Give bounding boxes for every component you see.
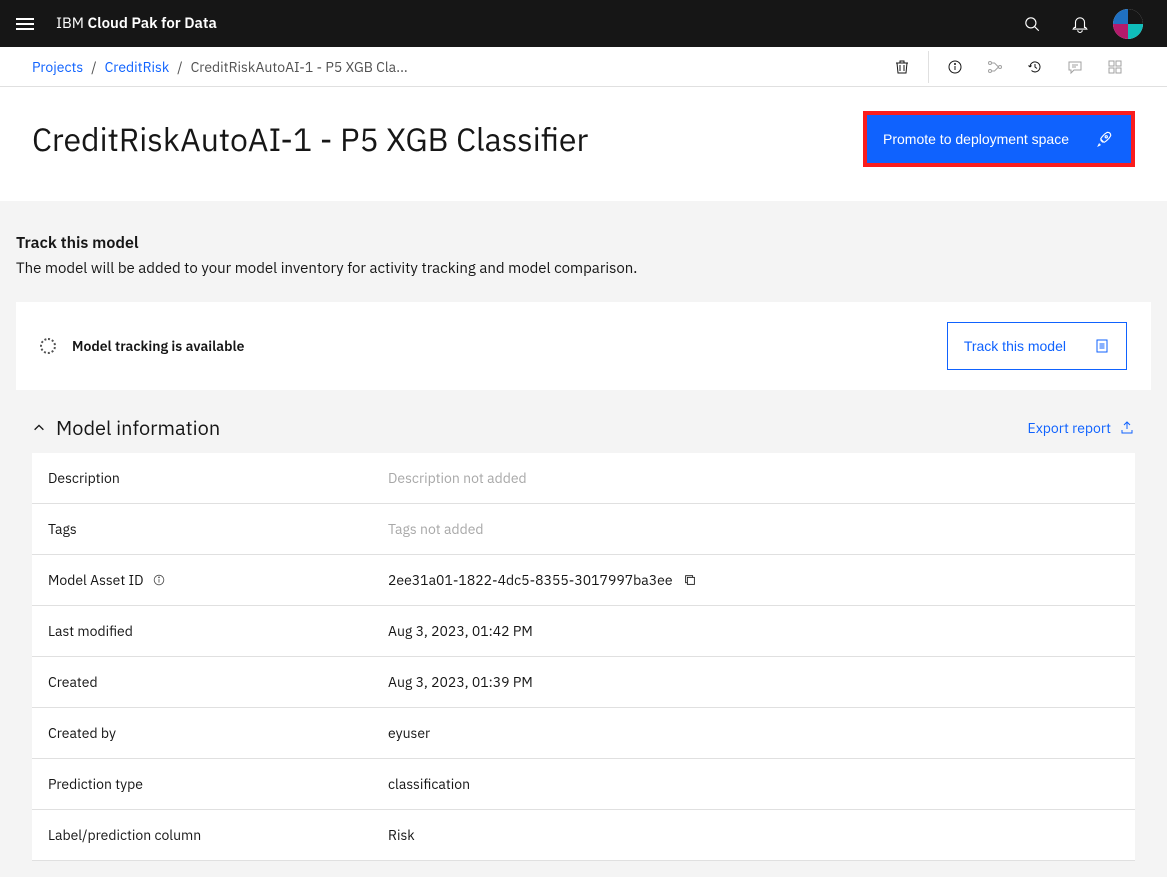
track-card: Model tracking is available Track this m…: [16, 302, 1151, 390]
copy-icon[interactable]: [683, 573, 697, 587]
flow-icon[interactable]: [975, 47, 1015, 87]
row-value: eyuser: [388, 724, 430, 742]
table-row: Created by eyuser: [32, 708, 1135, 759]
breadcrumb-projects[interactable]: Projects: [32, 58, 83, 76]
brand-suffix: Cloud Pak for Data: [88, 14, 217, 33]
spinner-icon: [40, 338, 56, 354]
table-row: Last modified Aug 3, 2023, 01:42 PM: [32, 606, 1135, 657]
row-value: Tags not added: [388, 520, 484, 538]
notifications-icon[interactable]: [1057, 1, 1103, 47]
row-value: Aug 3, 2023, 01:42 PM: [388, 622, 533, 640]
track-description: The model will be added to your model in…: [16, 259, 1151, 278]
action-icons: [882, 47, 1135, 87]
table-row: Label/prediction column Risk: [32, 810, 1135, 861]
model-info-header: Model information Export report: [16, 390, 1151, 453]
export-report-label: Export report: [1028, 419, 1111, 437]
brand-prefix: IBM: [56, 14, 84, 33]
row-label: Description: [48, 469, 388, 487]
title-row: CreditRiskAutoAI-1 - P5 XGB Classifier P…: [0, 87, 1167, 201]
export-report-link[interactable]: Export report: [1028, 419, 1135, 437]
model-info-table: Description Description not added Tags T…: [32, 453, 1135, 861]
chevron-up-icon[interactable]: [32, 421, 46, 435]
row-label: Created by: [48, 724, 388, 742]
breadcrumb-current: CreditRiskAutoAI-1 - P5 XGB Cla...: [191, 58, 408, 76]
row-value: Aug 3, 2023, 01:39 PM: [388, 673, 533, 691]
promote-button[interactable]: Promote to deployment space: [863, 111, 1135, 167]
breadcrumb-separator: /: [177, 58, 182, 76]
comment-icon[interactable]: [1055, 47, 1095, 87]
breadcrumb-separator: /: [91, 58, 96, 76]
rocket-icon: [1095, 130, 1113, 148]
delete-icon[interactable]: [882, 47, 922, 87]
row-label: Model Asset ID: [48, 571, 388, 589]
table-row: Tags Tags not added: [32, 504, 1135, 555]
section-title: Model information: [56, 414, 220, 441]
topbar: IBM Cloud Pak for Data: [0, 0, 1167, 47]
table-row: Description Description not added: [32, 453, 1135, 504]
info-icon[interactable]: [152, 573, 166, 587]
export-icon: [1119, 420, 1135, 436]
menu-icon[interactable]: [16, 14, 36, 34]
breadcrumb: Projects / CreditRisk / CreditRiskAutoAI…: [32, 58, 408, 76]
row-value: Description not added: [388, 469, 527, 487]
search-icon[interactable]: [1009, 1, 1055, 47]
report-icon: [1094, 338, 1110, 354]
breadcrumb-project[interactable]: CreditRisk: [105, 58, 170, 76]
track-model-button-label: Track this model: [964, 338, 1066, 354]
table-row: Created Aug 3, 2023, 01:39 PM: [32, 657, 1135, 708]
history-icon[interactable]: [1015, 47, 1055, 87]
track-model-button[interactable]: Track this model: [947, 322, 1127, 370]
track-heading: Track this model: [16, 233, 1151, 253]
action-separator: [928, 51, 929, 83]
table-row: Model Asset ID 2ee31a01-1822-4dc5-8355-3…: [32, 555, 1135, 606]
track-section: Track this model The model will be added…: [0, 201, 1167, 877]
row-label: Created: [48, 673, 388, 691]
row-label: Last modified: [48, 622, 388, 640]
row-value: 2ee31a01-1822-4dc5-8355-3017997ba3ee: [388, 571, 697, 589]
avatar[interactable]: [1105, 1, 1151, 47]
row-value: classification: [388, 775, 470, 793]
track-available-label: Model tracking is available: [72, 337, 244, 355]
row-label: Prediction type: [48, 775, 388, 793]
row-value: Risk: [388, 826, 415, 844]
breadcrumb-bar: Projects / CreditRisk / CreditRiskAutoAI…: [0, 47, 1167, 87]
grid-icon[interactable]: [1095, 47, 1135, 87]
promote-button-label: Promote to deployment space: [883, 131, 1069, 147]
brand: IBM Cloud Pak for Data: [56, 14, 217, 33]
row-label: Tags: [48, 520, 388, 538]
row-label: Label/prediction column: [48, 826, 388, 844]
page-title: CreditRiskAutoAI-1 - P5 XGB Classifier: [32, 118, 588, 160]
table-row: Prediction type classification: [32, 759, 1135, 810]
info-icon[interactable]: [935, 47, 975, 87]
